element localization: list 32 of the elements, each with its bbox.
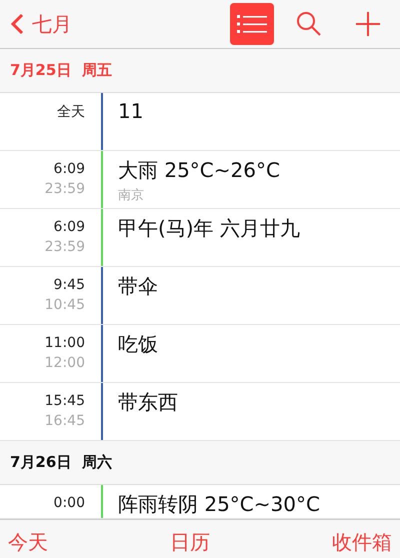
start-time: 6:09 xyxy=(54,219,85,235)
event-title: 大雨 25°C~26°C xyxy=(118,157,280,184)
list-icon xyxy=(237,14,267,34)
start-time: 11:00 xyxy=(44,335,85,351)
chevron-left-icon xyxy=(10,13,24,35)
event-row[interactable]: 6:09 23:59 甲午(马)年 六月廿九 xyxy=(0,209,400,267)
event-title: 带东西 xyxy=(118,389,178,416)
end-time: 12:00 xyxy=(44,355,85,371)
start-time: 全天 xyxy=(57,103,85,121)
end-time: 23:59 xyxy=(44,239,85,255)
event-title: 带伞 xyxy=(118,273,158,300)
event-row[interactable]: 11:00 12:00 吃饭 xyxy=(0,325,400,383)
end-time: 23:59 xyxy=(44,181,85,197)
event-title: 吃饭 xyxy=(118,331,158,358)
end-time: 16:45 xyxy=(44,413,85,429)
add-icon[interactable] xyxy=(356,12,380,36)
event-title: 阵雨转阴 25°C~30°C xyxy=(118,491,320,518)
event-row[interactable]: 6:09 23:59 大雨 25°C~26°C 南京 xyxy=(0,151,400,209)
event-row[interactable]: 全天 11 xyxy=(0,93,400,151)
day-date: 7月25日 周五 xyxy=(10,61,112,80)
list-view-button[interactable] xyxy=(230,3,274,45)
end-time: 10:45 xyxy=(44,297,85,313)
event-location: 南京 xyxy=(118,187,145,204)
event-title: 11 xyxy=(118,99,144,123)
start-time: 0:00 xyxy=(54,495,85,511)
day-date: 7月26日 周六 xyxy=(10,453,112,472)
start-time: 9:45 xyxy=(54,277,85,293)
search-icon[interactable] xyxy=(296,11,322,37)
start-time: 15:45 xyxy=(44,393,85,409)
event-title: 甲午(马)年 六月廿九 xyxy=(118,215,300,242)
start-time: 6:09 xyxy=(54,161,85,177)
event-row[interactable]: 9:45 10:45 带伞 xyxy=(0,267,400,325)
